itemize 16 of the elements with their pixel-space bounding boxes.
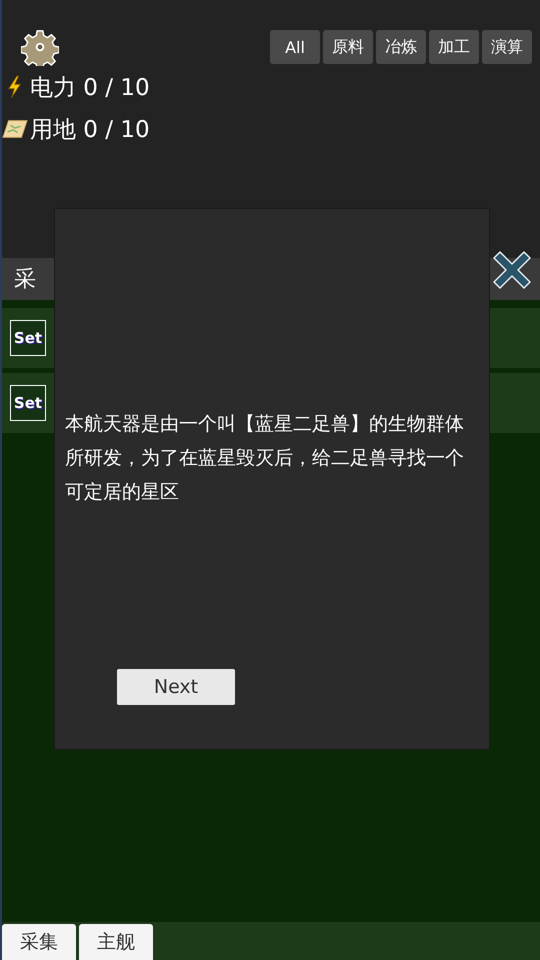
- stat-label: 用地 0 / 10: [30, 116, 150, 144]
- filter-button[interactable]: 冶炼: [376, 30, 426, 64]
- stat-label: 电力 0 / 10: [30, 74, 150, 102]
- bottom-tab[interactable]: 主舰: [79, 924, 153, 960]
- dialog-text: 本航天器是由一个叫【蓝星二足兽】的生物群体所研发，为了在蓝星毁灭后，给二足兽寻找一个可定居的星区: [65, 412, 465, 505]
- filter-button[interactable]: 加工: [429, 30, 479, 64]
- set-button[interactable]: Set: [10, 385, 46, 421]
- next-button[interactable]: Next: [117, 669, 235, 705]
- bottom-tab[interactable]: 采集: [2, 924, 76, 960]
- set-button[interactable]: Set: [10, 320, 46, 356]
- filter-button[interactable]: 原料: [323, 30, 373, 64]
- filter-button[interactable]: 演算: [482, 30, 532, 64]
- gear-icon[interactable]: [21, 28, 59, 66]
- filter-button[interactable]: All: [270, 30, 320, 64]
- map-icon: [2, 117, 28, 141]
- section-title: 采: [14, 266, 36, 294]
